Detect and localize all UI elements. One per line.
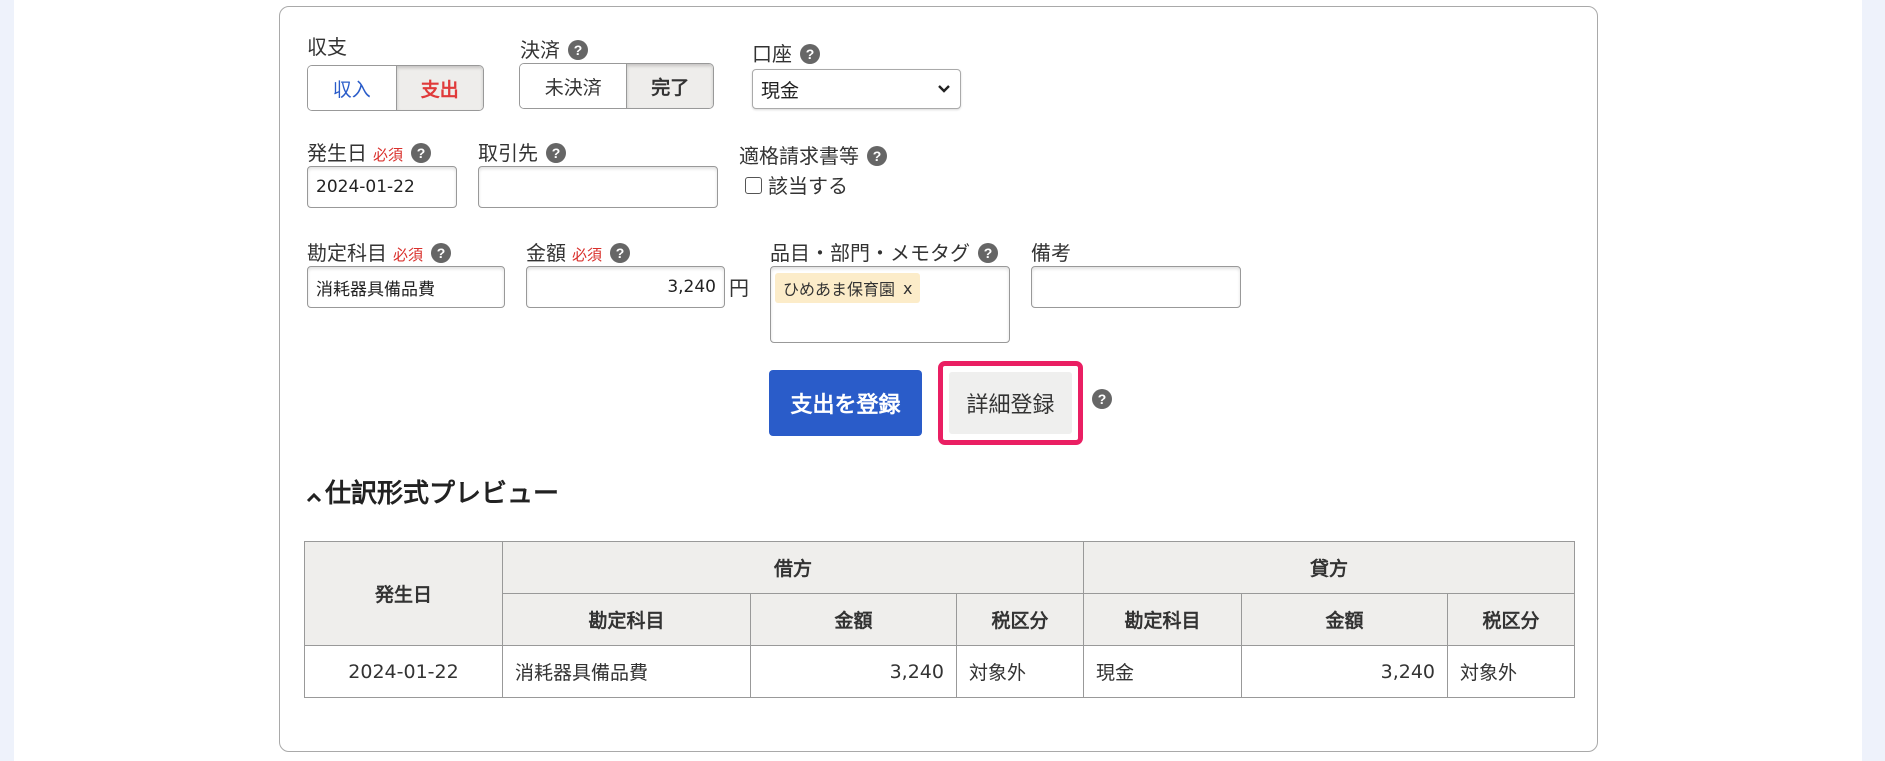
header-debit-tax: 税区分: [955, 593, 1085, 646]
table-row: 2024-01-22 消耗器具備品費 3,240 対象外 現金 3,240 対象…: [304, 645, 1576, 698]
cell-debit-tax: 対象外: [955, 645, 1085, 698]
date-input[interactable]: 2024-01-22: [307, 166, 457, 208]
chevron-up-icon: [306, 492, 322, 502]
amount-input-value: 3,240: [667, 277, 716, 297]
partner-help-icon[interactable]: ?: [546, 143, 566, 163]
cell-debit-amount: 3,240: [750, 645, 957, 698]
preview-title: 仕訳形式プレビュー: [325, 479, 560, 509]
preview-toggle[interactable]: 仕訳形式プレビュー: [305, 473, 559, 510]
detail-register-highlight: 詳細登録: [938, 361, 1083, 445]
invoice-label-row: 適格請求書等?: [739, 144, 887, 168]
date-label-row: 発生日 必須?: [307, 141, 432, 167]
account-label: 口座: [752, 42, 792, 66]
memo-input[interactable]: [1031, 266, 1241, 308]
invoice-label: 適格請求書等: [739, 144, 859, 168]
account-item-required-badge: 必須: [393, 246, 424, 264]
amount-unit: 円: [729, 276, 749, 300]
date-required-badge: 必須: [373, 146, 404, 164]
settled-option[interactable]: 完了: [626, 64, 713, 108]
cell-credit-tax: 対象外: [1447, 645, 1576, 698]
income-expense-toggle: 収入 支出: [307, 65, 484, 111]
settlement-label-row: 決済?: [520, 38, 588, 62]
header-debit-account: 勘定科目: [502, 593, 751, 646]
amount-help-icon[interactable]: ?: [610, 243, 631, 263]
settlement-help-icon[interactable]: ?: [568, 40, 588, 60]
unsettled-option[interactable]: 未決済: [520, 64, 627, 108]
account-select-value: 現金: [761, 79, 800, 102]
tags-help-icon[interactable]: ?: [978, 243, 998, 263]
date-label: 発生日: [307, 141, 367, 165]
settlement-toggle: 未決済 完了: [519, 63, 714, 109]
partner-input[interactable]: [478, 166, 718, 208]
tags-input[interactable]: ひめあま保育園 x: [770, 266, 1010, 343]
partner-label-row: 取引先?: [478, 141, 566, 165]
amount-label-row: 金額 必須?: [526, 241, 631, 267]
header-credit: 貸方: [1083, 541, 1576, 594]
account-select[interactable]: 現金: [752, 69, 961, 109]
tag-chip: ひめあま保育園 x: [775, 273, 921, 303]
table-header-row-1: 発生日 借方 貸方: [304, 541, 1576, 646]
invoice-checkbox-label: 該当する: [768, 174, 848, 198]
tags-label-row: 品目・部門・メモタグ?: [770, 241, 998, 265]
date-help-icon[interactable]: ?: [411, 143, 432, 163]
date-input-value: 2024-01-22: [316, 177, 415, 197]
amount-input[interactable]: 3,240: [526, 266, 725, 308]
header-credit-account: 勘定科目: [1083, 593, 1243, 646]
account-label-row: 口座?: [752, 42, 820, 66]
income-option[interactable]: 収入: [308, 66, 396, 110]
account-item-label-row: 勘定科目 必須?: [307, 241, 452, 267]
chevron-down-icon: [938, 85, 950, 93]
cell-debit-account: 消耗器具備品費: [502, 645, 751, 698]
detail-help-icon[interactable]: ?: [1092, 389, 1112, 409]
account-item-help-icon[interactable]: ?: [431, 243, 452, 263]
detail-register-button[interactable]: 詳細登録: [949, 372, 1072, 434]
account-item-label: 勘定科目: [307, 241, 387, 265]
entry-form-panel: 収支 収入 支出 決済? 未決済 完了 口座? 現金 発生日 必須? 2024-0…: [279, 6, 1598, 752]
memo-label: 備考: [1031, 241, 1071, 265]
settlement-label: 決済: [520, 38, 560, 62]
amount-required-badge: 必須: [572, 246, 603, 264]
journal-preview-table: 発生日 借方 貸方 勘定科目 金額 税区分 勘定科目 金額 税区分 2024-0…: [304, 541, 1576, 698]
invoice-help-icon[interactable]: ?: [867, 146, 887, 166]
header-date: 発生日: [304, 541, 503, 646]
header-credit-amount: 金額: [1241, 593, 1449, 646]
partner-label: 取引先: [478, 141, 538, 165]
income-expense-label: 収支: [307, 35, 347, 59]
amount-label: 金額: [526, 241, 566, 265]
detail-help-wrapper: ?: [1092, 389, 1112, 410]
cell-credit-amount: 3,240: [1241, 645, 1449, 698]
tag-remove-button[interactable]: x: [903, 279, 912, 298]
account-item-input[interactable]: 消耗器具備品費: [307, 266, 505, 308]
invoice-checkbox[interactable]: [745, 177, 762, 194]
tag-chip-label: ひめあま保育園: [783, 280, 896, 299]
header-credit-tax: 税区分: [1447, 593, 1576, 646]
expense-option[interactable]: 支出: [395, 66, 483, 110]
header-debit-amount: 金額: [750, 593, 957, 646]
register-expense-button[interactable]: 支出を登録: [769, 370, 922, 436]
invoice-checkbox-row[interactable]: 該当する: [745, 174, 848, 198]
cell-credit-account: 現金: [1083, 645, 1243, 698]
account-item-input-value: 消耗器具備品費: [316, 279, 435, 300]
tags-label: 品目・部門・メモタグ: [770, 241, 970, 265]
account-help-icon[interactable]: ?: [800, 44, 820, 64]
cell-date: 2024-01-22: [304, 645, 503, 698]
header-debit: 借方: [501, 541, 1085, 594]
